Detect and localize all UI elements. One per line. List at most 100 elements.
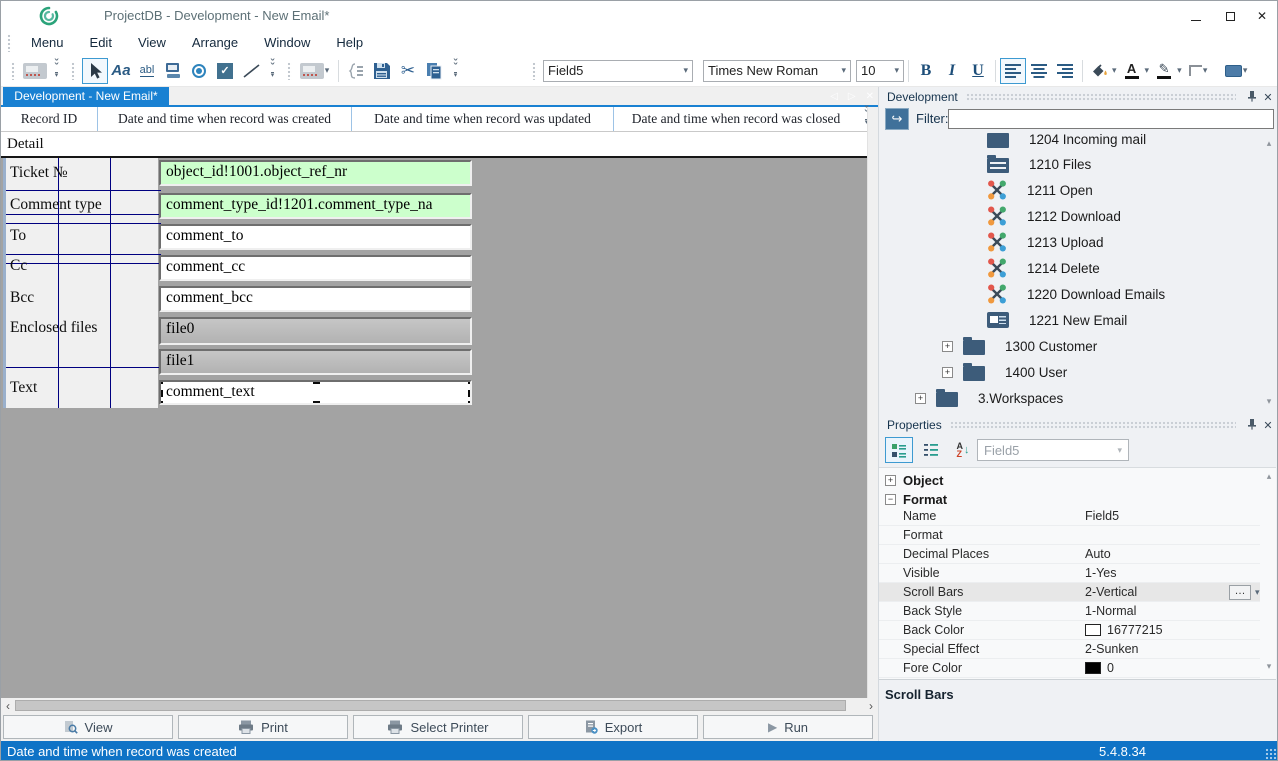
field-file0[interactable]: file0 [159,317,472,345]
field-comment-bcc[interactable]: comment_bcc [159,286,472,312]
close-panel-icon[interactable]: ✕ [1260,419,1276,432]
print-button[interactable]: Print [178,715,348,739]
property-row-decimal-places[interactable]: Decimal Places Auto [879,545,1260,564]
radio-tool-button[interactable] [186,58,212,84]
property-row-fore-color[interactable]: Fore Color 0 [879,659,1260,678]
toolbar-grip[interactable] [11,62,16,80]
form-label-bcc[interactable]: Bcc [10,289,34,307]
designer-vertical-scrollbar[interactable] [867,107,878,698]
select-printer-button[interactable]: Select Printer [353,715,523,739]
toolbar-grip[interactable] [532,62,537,80]
font-size-combo[interactable]: 10▾ [856,60,904,82]
field-object-ref[interactable]: object_id!1001.object_ref_nr [159,160,472,186]
italic-button[interactable]: I [939,58,965,84]
grid-scroll-down-icon[interactable]: ▾ [1263,660,1275,672]
toolbar-grip[interactable] [287,62,292,80]
detail-band-header[interactable]: Detail [1,131,878,158]
tree-item-1221[interactable]: 1221 New Email [879,307,1259,333]
minimize-button[interactable] [1179,1,1213,31]
tree-item-1213[interactable]: 1213 Upload [879,229,1259,255]
form-label-text[interactable]: Text [10,379,37,397]
expand-icon[interactable]: + [885,475,896,486]
column-created[interactable]: Date and time when record was created [98,107,352,131]
field-comment-cc[interactable]: comment_cc [159,255,472,281]
scroll-right-icon[interactable]: › [864,698,878,713]
tree-scroll-down-icon[interactable]: ▾ [1263,395,1275,407]
tree-item-1204[interactable]: 1204 Incoming mail [879,133,1259,152]
selection-handle[interactable] [468,390,472,397]
form-label-enclosed-files[interactable]: Enclosed files [10,319,97,337]
close-panel-icon[interactable]: ✕ [1260,91,1276,104]
tree-scroll-up-icon[interactable]: ▴ [1263,137,1275,149]
tab-development-new-email[interactable]: Development - New Email* [3,87,169,105]
menu-arrange[interactable]: Arrange [179,31,251,55]
selection-handle[interactable] [159,401,163,405]
maximize-button[interactable] [1213,1,1247,31]
alphabetical-view-button[interactable] [917,437,945,463]
record-card-button[interactable] [22,58,48,84]
line-tool-button[interactable] [238,58,264,84]
tree-item-1400[interactable]: + 1400 User [879,359,1259,385]
expand-icon[interactable]: + [915,393,926,404]
checkbox-tool-button[interactable]: ✓ [212,58,238,84]
fill-style-button[interactable]: ▾ [1221,58,1255,84]
menu-menu[interactable]: Menu [18,31,77,55]
selection-handle[interactable] [159,380,163,384]
panel-grip[interactable] [966,93,1236,101]
pin-icon[interactable] [1244,90,1260,105]
tree-item-1220[interactable]: 1220 Download Emails [879,281,1259,307]
textbox-tool-button[interactable]: abl [134,58,160,84]
form-label-ticket[interactable]: Ticket № [10,164,68,182]
collapse-icon[interactable]: − [885,494,896,505]
field-comment-text-selected[interactable]: comment_text [159,380,472,405]
property-row-visible[interactable]: Visible 1-Yes [879,564,1260,583]
menu-edit[interactable]: Edit [77,31,125,55]
tab-close-icon[interactable]: ✕ [866,91,874,102]
align-center-button[interactable] [1026,58,1052,84]
filter-go-button[interactable]: ↪ [885,108,909,130]
group-format[interactable]: − Format [879,489,1259,509]
property-row-scroll-bars[interactable]: Scroll Bars 2-Vertical … ▾ [879,583,1260,602]
picture-button[interactable]: ▾ [298,58,334,84]
export-button[interactable]: Export [528,715,698,739]
highlight-color-button[interactable]: ✎ [1152,59,1176,83]
column-updated[interactable]: Date and time when record was updated [352,107,614,131]
property-row-back-style[interactable]: Back Style 1-Normal [879,602,1260,621]
form-label-comment-type[interactable]: Comment type [10,196,102,214]
tree-item-1212[interactable]: 1212 Download [879,203,1259,229]
field-selector-combo[interactable]: Field5▾ [543,60,693,82]
align-left-button[interactable] [1000,58,1026,84]
chevron-down-icon[interactable]: ▾ [1255,583,1260,601]
selection-handle[interactable] [313,401,320,405]
underline-button[interactable]: U [965,58,991,84]
field-file1[interactable]: file1 [159,349,472,375]
tree-item-1214[interactable]: 1214 Delete [879,255,1259,281]
property-object-combo[interactable]: Field5 ▾ [977,439,1129,461]
form-label-cc[interactable]: Cc [10,257,27,275]
copy-button[interactable] [421,58,447,84]
view-button[interactable]: View [3,715,173,739]
tree-item-1210[interactable]: 1210 Files [879,151,1259,177]
designer-horizontal-scrollbar[interactable]: ‹ › [1,698,878,713]
expand-icon[interactable]: + [942,341,953,352]
field-comment-to[interactable]: comment_to [159,224,472,250]
bold-button[interactable]: B [913,58,939,84]
resize-grip[interactable] [1265,748,1277,760]
column-closed[interactable]: Date and time when record was closed [614,107,858,131]
menu-window[interactable]: Window [251,31,323,55]
font-color-button[interactable]: A [1120,59,1144,83]
toolbar-grip[interactable] [71,62,76,80]
property-row-format[interactable]: Format [879,526,1260,545]
align-right-button[interactable] [1052,58,1078,84]
field-comment-type[interactable]: comment_type_id!1201.comment_type_na [159,193,472,219]
pin-icon[interactable] [1244,418,1260,433]
design-surface[interactable]: Ticket № Comment type To Cc Bcc Enclosed… [1,158,867,698]
grid-scroll-up-icon[interactable]: ▴ [1263,470,1275,482]
close-button[interactable]: ✕ [1245,1,1278,31]
tree-item-1211[interactable]: 1211 Open [879,177,1259,203]
menubar-grip[interactable] [7,34,12,52]
selection-handle[interactable] [159,390,163,397]
selection-handle[interactable] [313,380,320,384]
property-row-special-effect[interactable]: Special Effect 2-Sunken [879,640,1260,659]
menu-view[interactable]: View [125,31,179,55]
